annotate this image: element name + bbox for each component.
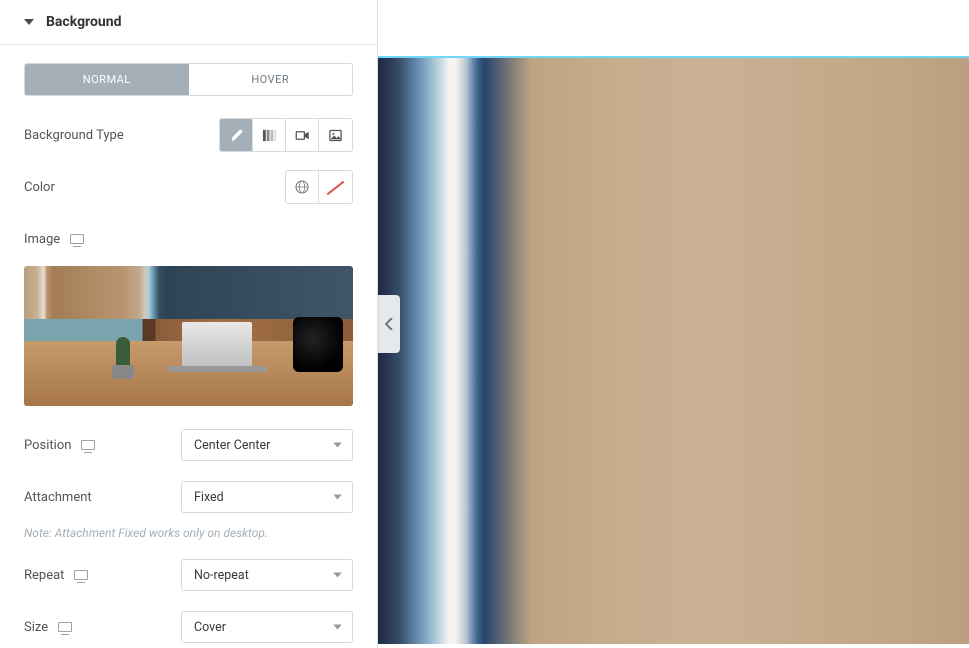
row-image-label: Image — [24, 222, 353, 256]
select-repeat-value: No-repeat — [194, 568, 249, 583]
preview-laptop — [182, 322, 252, 367]
caret-down-icon — [24, 19, 34, 25]
select-attachment-value: Fixed — [194, 490, 224, 505]
bgtype-slideshow-button[interactable] — [319, 119, 352, 151]
canvas-preview — [378, 0, 969, 648]
bgtype-classic-button[interactable] — [220, 119, 253, 151]
global-color-button[interactable] — [286, 171, 319, 203]
chevron-left-icon — [385, 318, 393, 330]
chevron-down-icon — [333, 625, 342, 630]
gradient-icon — [262, 128, 277, 143]
color-picker-button[interactable] — [319, 171, 352, 203]
row-repeat: Repeat No-repeat — [24, 558, 353, 592]
section-title: Background — [46, 14, 121, 30]
chevron-down-icon — [333, 495, 342, 500]
row-color: Color — [24, 170, 353, 204]
preview-chair — [293, 317, 343, 372]
paintbrush-icon — [229, 128, 244, 143]
row-background-type: Background Type — [24, 118, 353, 152]
chevron-down-icon — [333, 443, 342, 448]
select-size[interactable]: Cover — [181, 611, 353, 643]
chevron-down-icon — [333, 573, 342, 578]
image-preview[interactable] — [24, 266, 353, 406]
select-position-value: Center Center — [194, 438, 270, 453]
bgtype-video-button[interactable] — [286, 119, 319, 151]
select-repeat[interactable]: No-repeat — [181, 559, 353, 591]
collapse-sidebar-button[interactable] — [378, 295, 400, 353]
video-icon — [295, 128, 310, 143]
label-background-type: Background Type — [24, 128, 219, 143]
label-image: Image — [24, 232, 353, 247]
label-position: Position — [24, 438, 181, 453]
tab-normal[interactable]: NORMAL — [25, 64, 189, 95]
select-size-value: Cover — [194, 620, 226, 635]
attachment-note: Note: Attachment Fixed works only on des… — [24, 526, 353, 540]
bgtype-gradient-button[interactable] — [253, 119, 286, 151]
select-attachment[interactable]: Fixed — [181, 481, 353, 513]
color-control — [285, 170, 353, 204]
row-size: Size Cover — [24, 610, 353, 644]
row-position: Position Center Center — [24, 428, 353, 462]
state-tabs: NORMAL HOVER — [24, 63, 353, 96]
responsive-icon[interactable] — [81, 440, 95, 450]
label-size: Size — [24, 620, 181, 635]
responsive-icon[interactable] — [74, 570, 88, 580]
globe-icon — [294, 179, 310, 195]
label-color: Color — [24, 180, 285, 195]
section-body: NORMAL HOVER Background Type — [0, 45, 377, 644]
style-sidebar: Background NORMAL HOVER Background Type — [0, 0, 378, 648]
image-icon — [328, 128, 343, 143]
preview-section[interactable] — [378, 56, 969, 644]
preview-cactus — [116, 337, 130, 367]
responsive-icon[interactable] — [70, 234, 84, 244]
background-type-buttons — [219, 118, 353, 152]
section-header-background[interactable]: Background — [0, 0, 377, 45]
select-position[interactable]: Center Center — [181, 429, 353, 461]
label-attachment: Attachment — [24, 490, 181, 505]
row-attachment: Attachment Fixed — [24, 480, 353, 514]
responsive-icon[interactable] — [58, 622, 72, 632]
tab-hover[interactable]: HOVER — [189, 64, 353, 95]
label-repeat: Repeat — [24, 568, 181, 583]
